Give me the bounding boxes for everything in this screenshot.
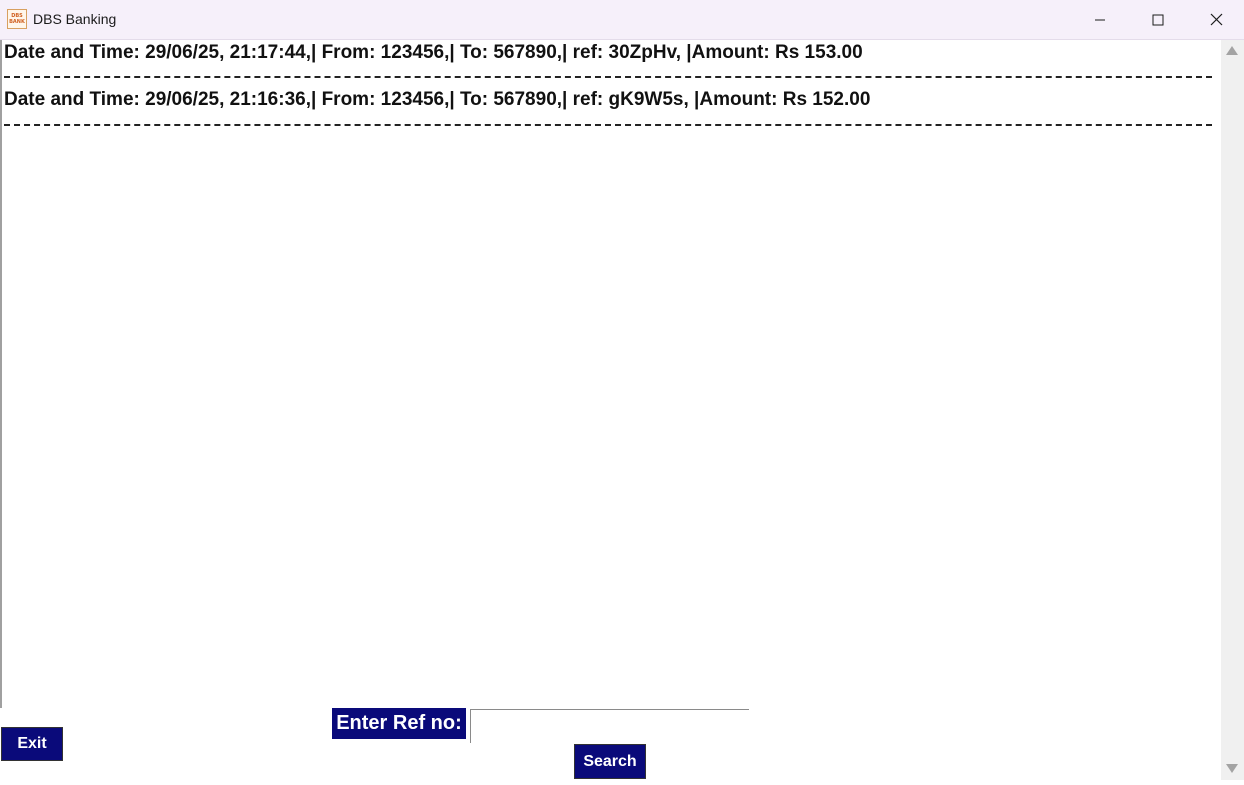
minimize-button[interactable] [1071, 0, 1129, 39]
ref-no-label: Enter Ref no: [332, 708, 466, 739]
dbs-bank-logo-icon: DBS BANK [7, 9, 27, 29]
title-bar: DBS BANK DBS Banking [0, 0, 1244, 40]
scroll-down-arrow-icon[interactable] [1226, 764, 1238, 773]
maximize-icon [1152, 14, 1164, 25]
exit-button[interactable]: Exit [1, 727, 63, 761]
vertical-scrollbar[interactable] [1221, 40, 1244, 780]
ref-no-input[interactable] [470, 709, 749, 743]
app-window: DBS BANK DBS Banking Date and Time: 29/06… [0, 0, 1244, 785]
scroll-up-arrow-icon[interactable] [1226, 46, 1238, 55]
window-title: DBS Banking [33, 11, 117, 27]
transaction-separator [4, 124, 1212, 128]
transaction-separator [4, 76, 1212, 80]
close-icon [1210, 13, 1222, 26]
close-button[interactable] [1187, 0, 1244, 39]
search-button[interactable]: Search [574, 744, 646, 779]
transaction-history-area[interactable]: Date and Time: 29/06/25, 21:17:44,| From… [0, 40, 1221, 708]
transaction-line: Date and Time: 29/06/25, 21:17:44,| From… [4, 42, 863, 63]
minimize-icon [1095, 19, 1105, 20]
transaction-line: Date and Time: 29/06/25, 21:16:36,| From… [4, 89, 871, 110]
maximize-button[interactable] [1129, 0, 1187, 39]
